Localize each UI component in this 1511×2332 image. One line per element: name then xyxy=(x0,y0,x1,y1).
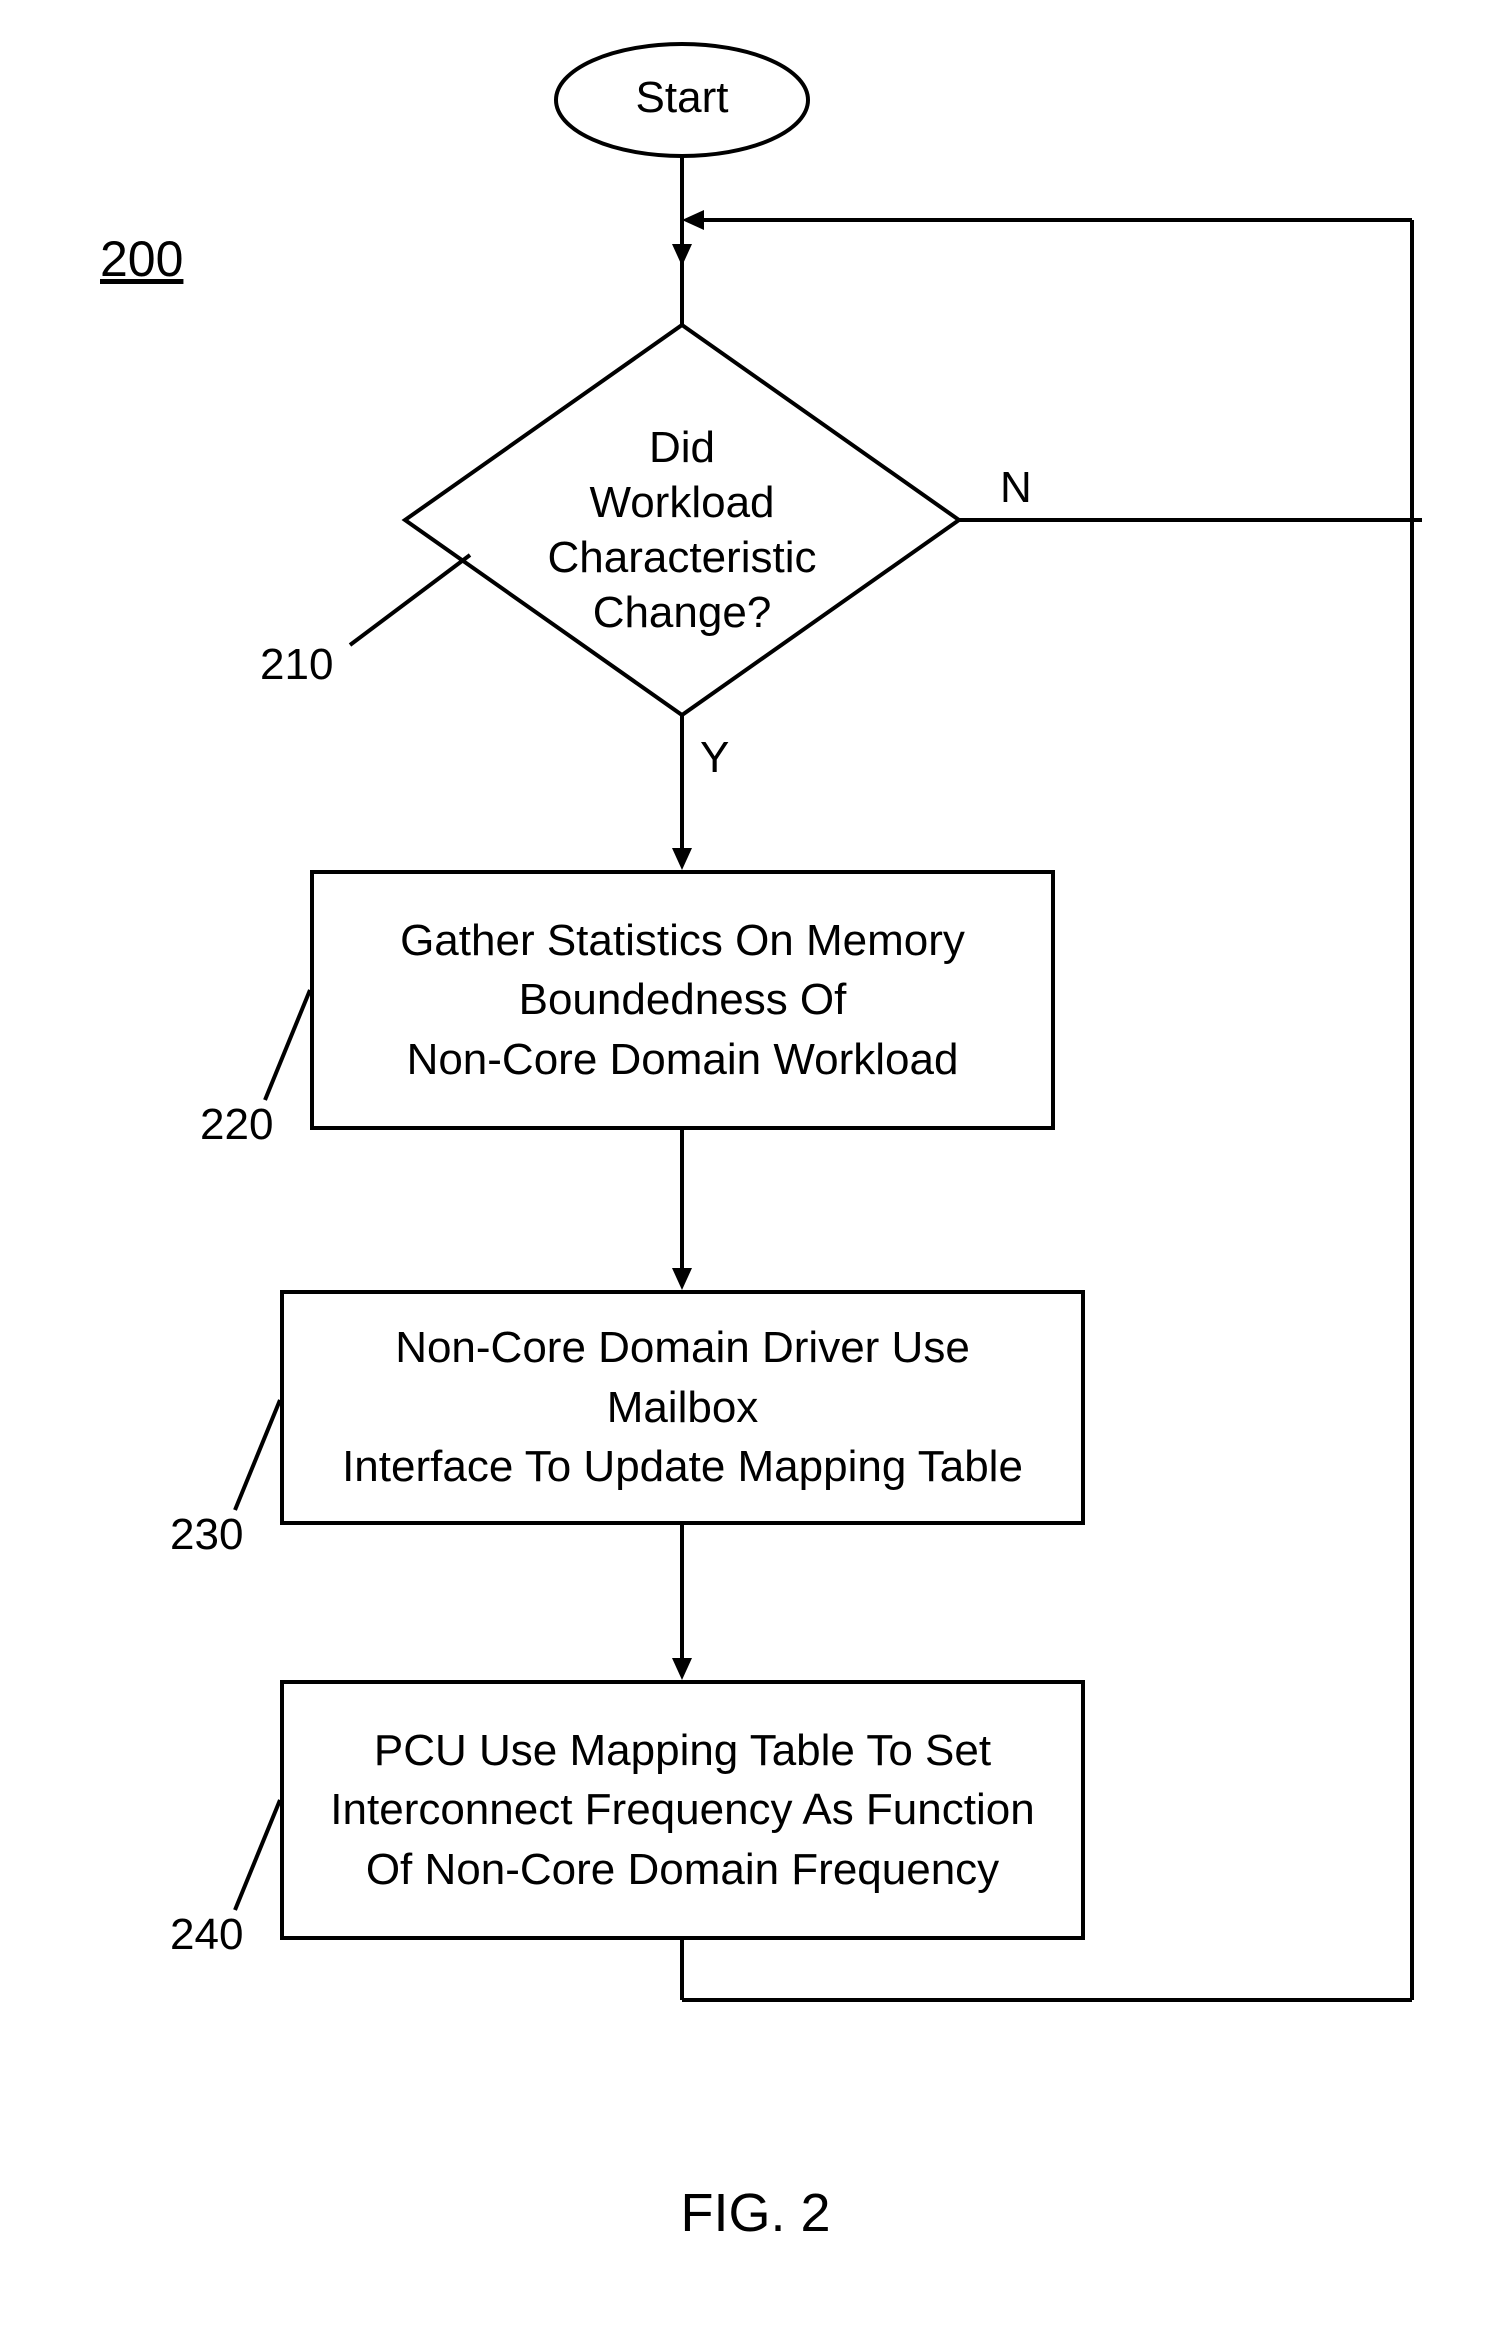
ref-240-leader xyxy=(235,1800,285,1910)
flowchart-canvas: 200 Start Did Workload Characteristic Ch… xyxy=(0,0,1511,2332)
feedback-merge-line xyxy=(682,210,1412,230)
decision-text: Did Workload Characteristic Change? xyxy=(470,420,894,640)
figure-reference-200: 200 xyxy=(100,230,183,288)
feedback-vertical xyxy=(1402,210,1422,2000)
decision-no-label: N xyxy=(1000,460,1032,515)
process-step-220: Gather Statistics On Memory Boundedness … xyxy=(310,870,1055,1130)
feedback-from-step3 xyxy=(672,1940,1422,2010)
figure-caption: FIG. 2 xyxy=(0,2180,1511,2248)
process-step-230: Non-Core Domain Driver Use Mailbox Inter… xyxy=(280,1290,1085,1525)
arrow-step2-to-step3 xyxy=(672,1525,692,1680)
ref-230-leader xyxy=(235,1400,285,1510)
arrow-step1-to-step2 xyxy=(672,1130,692,1290)
decision-yes-label: Y xyxy=(700,730,729,785)
start-label: Start xyxy=(552,70,812,125)
arrow-decision-to-step1 xyxy=(672,715,692,870)
ref-210-leader xyxy=(350,555,470,645)
ref-220: 220 xyxy=(200,1100,273,1150)
no-branch-horizontal xyxy=(959,510,1422,530)
ref-210: 210 xyxy=(260,640,333,690)
ref-230: 230 xyxy=(170,1510,243,1560)
ref-220-leader xyxy=(265,990,315,1100)
process-step-240: PCU Use Mapping Table To Set Interconnec… xyxy=(280,1680,1085,1940)
ref-240: 240 xyxy=(170,1910,243,1960)
